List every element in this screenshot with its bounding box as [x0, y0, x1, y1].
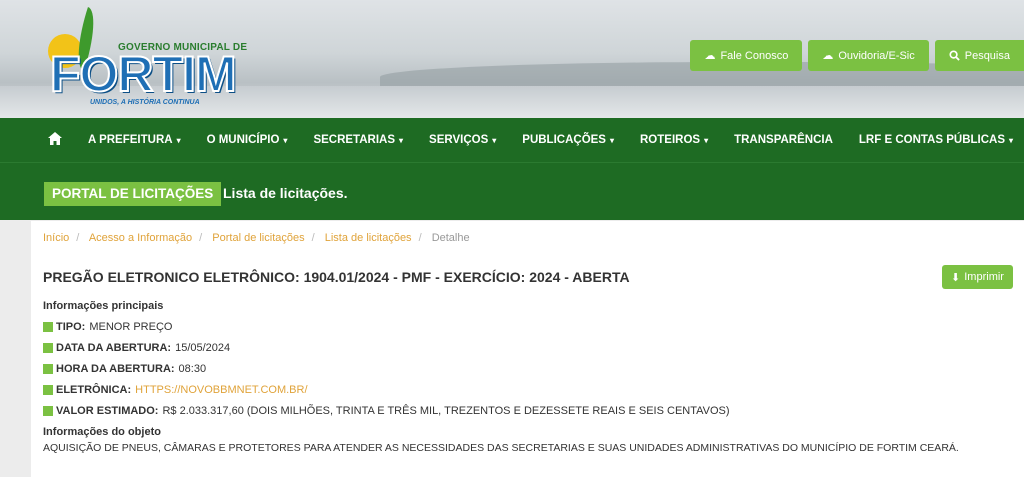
chevron-down-icon: ▾: [704, 135, 709, 145]
pesquisa-button[interactable]: Pesquisa: [934, 40, 1024, 71]
field-data-abertura: DATA DA ABERTURA: 15/05/2024: [43, 342, 230, 354]
breadcrumb-lista-licitacoes[interactable]: Lista de licitações: [325, 232, 412, 244]
home-icon[interactable]: [48, 132, 62, 148]
nav-item-o-municipio[interactable]: O MUNICÍPIO ▾: [207, 134, 288, 146]
nav-item-transparencia[interactable]: TRANSPARÊNCIA: [734, 134, 833, 146]
nav-item-roteiros[interactable]: ROTEIROS ▾: [640, 134, 708, 146]
logo-slogan: UNIDOS, A HISTÓRIA CONTINUA: [90, 99, 200, 106]
content-card: Início / Acesso a Informação / Portal de l…: [31, 221, 1024, 477]
header-actions: ☁ Fale Conosco ☁ Ouvidoria/E-Sic Pesquis…: [690, 40, 1024, 71]
bullet-icon: [43, 385, 53, 395]
breadcrumb-inicio[interactable]: Início: [43, 232, 69, 244]
fale-conosco-label: Fale Conosco: [720, 49, 789, 62]
site-header: GOVERNO MUNICIPAL DE FORTIM UNIDOS, A HI…: [0, 0, 1024, 118]
field-value: R$ 2.033.317,60 (DOIS MILHÕES, TRINTA E …: [162, 405, 730, 417]
breadcrumb-detalhe: Detalhe: [431, 232, 470, 244]
logo-name: FORTIM: [49, 46, 238, 102]
bullet-icon: [43, 364, 53, 374]
ouvidoria-label: Ouvidoria/E-Sic: [838, 49, 915, 62]
field-hora-abertura: HORA DA ABERTURA: 08:30: [43, 363, 206, 375]
field-value: 15/05/2024: [175, 342, 231, 354]
bullet-icon: [43, 406, 53, 416]
object-description: AQUISIÇÃO DE PNEUS, CÂMARAS E PROTETORES…: [43, 442, 959, 454]
field-value: MENOR PREÇO: [89, 321, 173, 333]
chevron-down-icon: ▾: [1009, 135, 1014, 145]
nav-item-a-prefeitura[interactable]: A PREFEITURA ▾: [88, 134, 181, 146]
chevron-down-icon: ▾: [492, 135, 497, 145]
eletronica-link[interactable]: HTTPS://NOVOBBMNET.COM.BR/: [135, 384, 307, 396]
breadcrumb-portal-licitacoes[interactable]: Portal de licitações: [212, 232, 304, 244]
field-eletronica: ELETRÔNICA: HTTPS://NOVOBBMNET.COM.BR/: [43, 384, 308, 396]
breadcrumb-acesso-informacao[interactable]: Acesso a Informação: [89, 232, 192, 244]
download-icon: ⬇: [951, 271, 961, 284]
object-info-heading: Informações do objeto: [43, 426, 161, 438]
portal-badge: PORTAL DE LICITAÇÕES: [44, 182, 222, 206]
page-title: PREGÃO ELETRONICO ELETRÔNICO: 1904.01/20…: [43, 269, 630, 285]
bullet-icon: [43, 343, 53, 353]
nav-item-publicacoes[interactable]: PUBLICAÇÕES ▾: [522, 134, 614, 146]
field-tipo: TIPO: MENOR PREÇO: [43, 321, 172, 333]
chevron-down-icon: ▾: [609, 135, 614, 145]
chevron-down-icon: ▾: [283, 135, 288, 145]
nav-item-servicos[interactable]: SERVIÇOS ▾: [429, 134, 496, 146]
site-logo[interactable]: GOVERNO MUNICIPAL DE FORTIM UNIDOS, A HI…: [44, 7, 250, 112]
chat-icon: ☁: [704, 50, 716, 62]
main-info-heading: Informações principais: [43, 300, 164, 312]
chevron-down-icon: ▾: [399, 135, 404, 145]
chevron-down-icon: ▾: [176, 135, 181, 145]
print-button[interactable]: ⬇ Imprimir: [942, 265, 1013, 289]
page-subtitle: Lista de licitações.: [223, 185, 348, 201]
breadcrumb: Início / Acesso a Informação / Portal de l…: [43, 232, 470, 244]
fale-conosco-button[interactable]: ☁ Fale Conosco: [690, 40, 803, 71]
chat-icon: ☁: [822, 50, 834, 62]
nav-item-lrf-contas-publicas[interactable]: LRF E CONTAS PÚBLICAS ▾: [859, 134, 1013, 146]
search-icon: [949, 50, 960, 61]
field-valor-estimado: VALOR ESTIMADO: R$ 2.033.317,60 (DOIS MIL…: [43, 405, 730, 417]
ouvidoria-button[interactable]: ☁ Ouvidoria/E-Sic: [808, 40, 929, 71]
main-nav: A PREFEITURA ▾ O MUNICÍPIO ▾ SECRETARIAS ▾ …: [0, 118, 1024, 162]
field-value: 08:30: [178, 363, 207, 375]
print-label: Imprimir: [964, 271, 1004, 283]
page-title-band: PORTAL DE LICITAÇÕES Lista de licitações…: [0, 162, 1024, 220]
bullet-icon: [43, 322, 53, 332]
pesquisa-label: Pesquisa: [964, 49, 1010, 62]
nav-item-secretarias[interactable]: SECRETARIAS ▾: [313, 134, 403, 146]
